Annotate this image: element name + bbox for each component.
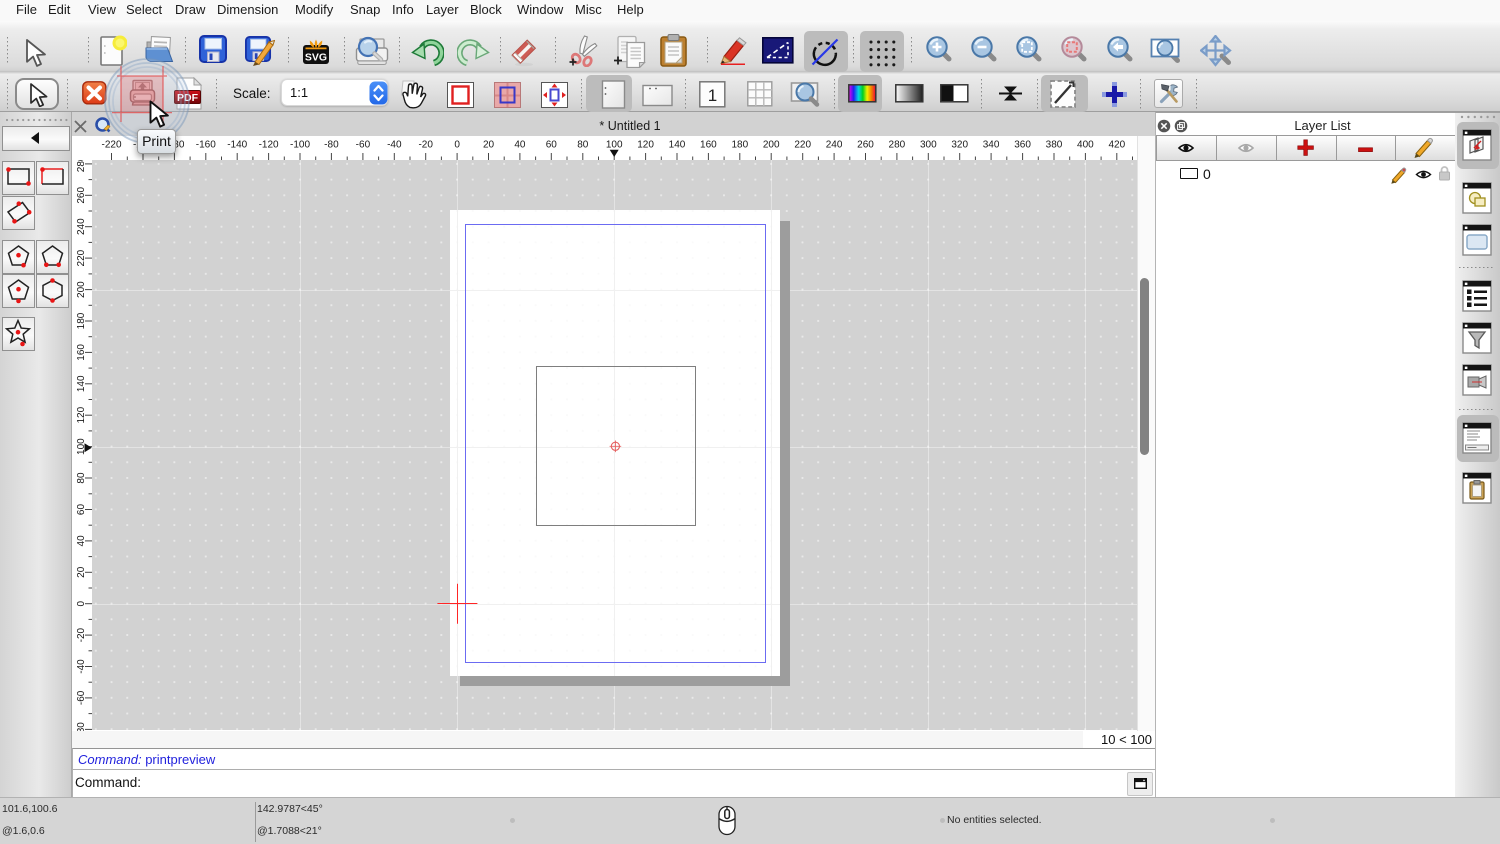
svg-text:200: 200 [763,140,780,151]
svg-text:-20: -20 [418,140,433,151]
svg-text:320: 320 [951,140,968,151]
svg-text:80: 80 [76,472,87,484]
svg-text:100: 100 [606,140,623,151]
svg-text:40: 40 [76,535,87,547]
svg-text:-80: -80 [76,722,87,731]
svg-text:-40: -40 [387,140,402,151]
svg-text:240: 240 [76,218,87,235]
svg-text:220: 220 [794,140,811,151]
svg-text:240: 240 [826,140,843,151]
svg-text:60: 60 [546,140,558,151]
svg-text:80: 80 [577,140,589,151]
svg-text:280: 280 [76,160,87,172]
svg-text:0: 0 [76,600,87,606]
svg-text:0: 0 [454,140,460,151]
svg-text:380: 380 [1046,140,1063,151]
svg-text:260: 260 [76,187,87,204]
svg-text:120: 120 [637,140,654,151]
svg-text:200: 200 [76,281,87,298]
svg-text:-140: -140 [227,140,247,151]
svg-text:260: 260 [857,140,874,151]
svg-text:360: 360 [1014,140,1031,151]
svg-text:120: 120 [76,406,87,423]
svg-text:160: 160 [76,344,87,361]
svg-text:40: 40 [514,140,526,151]
svg-text:SVG: SVG [305,52,327,64]
svg-text:140: 140 [669,140,686,151]
svg-text:-40: -40 [76,659,87,674]
svg-text:420: 420 [1108,140,1125,151]
svg-text:-20: -20 [76,627,87,642]
svg-text:60: 60 [76,504,87,516]
svg-text:340: 340 [983,140,1000,151]
svg-text:160: 160 [700,140,717,151]
svg-text:220: 220 [76,249,87,266]
svg-text:1: 1 [708,86,717,105]
svg-text:180: 180 [76,312,87,329]
svg-text:140: 140 [76,375,87,392]
svg-text:400: 400 [1077,140,1094,151]
svg-text:-60: -60 [356,140,371,151]
svg-text:-120: -120 [259,140,279,151]
svg-text:20: 20 [483,140,495,151]
svg-text:180: 180 [731,140,748,151]
svg-text:-60: -60 [76,690,87,705]
svg-text:280: 280 [889,140,906,151]
svg-text:300: 300 [920,140,937,151]
svg-text:20: 20 [76,566,87,578]
svg-text:-100: -100 [290,140,310,151]
svg-text:-80: -80 [324,140,339,151]
